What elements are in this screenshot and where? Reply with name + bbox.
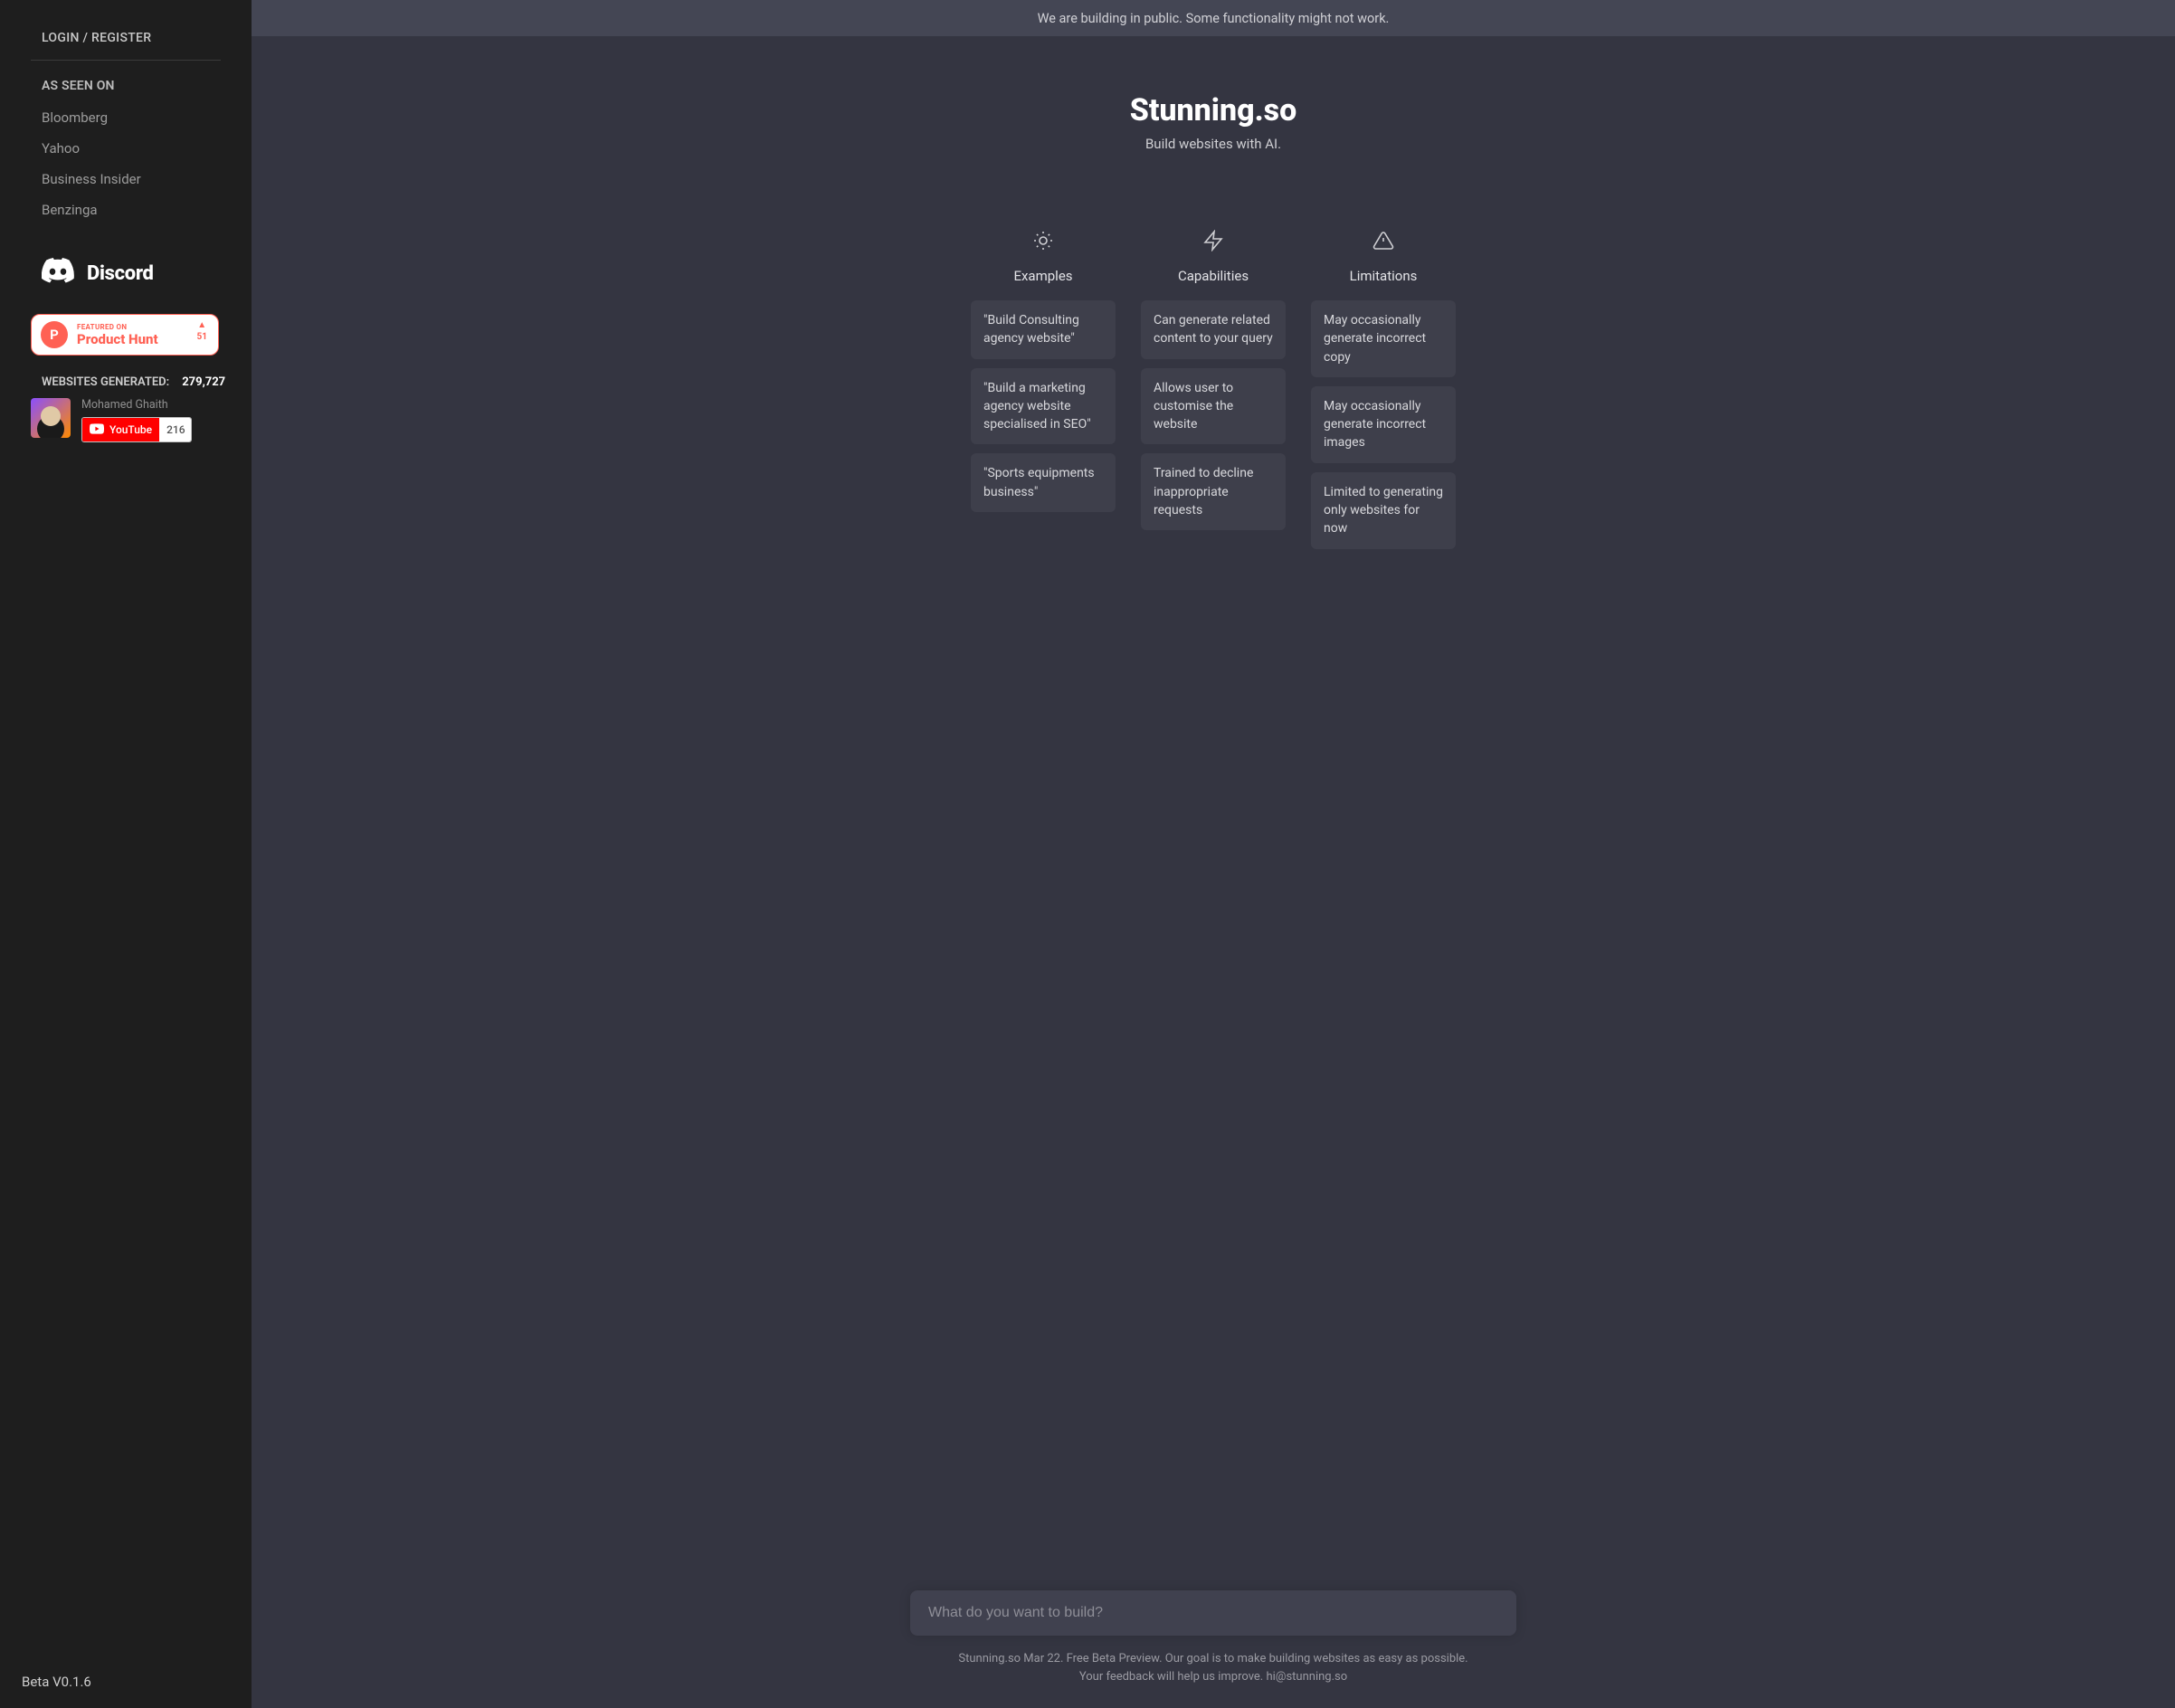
press-list: Bloomberg Yahoo Business Insider Benzing… (22, 102, 230, 225)
limitation-card: May occasionally generate incorrect copy (1311, 300, 1456, 377)
examples-column: Examples "Build Consulting agency websit… (971, 226, 1116, 549)
product-hunt-name: Product Hunt (77, 333, 158, 346)
page-title: Stunning.so (1130, 92, 1297, 128)
product-hunt-badge[interactable]: P FEATURED ON Product Hunt ▲ 51 (31, 314, 219, 356)
websites-generated-label: WEBSITES GENERATED: (42, 375, 169, 389)
sun-icon (1032, 226, 1054, 255)
capabilities-column: Capabilities Can generate related conten… (1141, 226, 1286, 549)
capabilities-heading: Capabilities (1178, 268, 1249, 284)
avatar[interactable] (31, 398, 71, 438)
youtube-icon (90, 423, 104, 437)
product-hunt-upvote-count: 51 (197, 332, 207, 342)
info-columns: Examples "Build Consulting agency websit… (971, 226, 1456, 549)
prompt-input-row (910, 1554, 1516, 1636)
capability-card: Allows user to customise the website (1141, 368, 1286, 445)
capability-card: Can generate related content to your que… (1141, 300, 1286, 359)
limitation-card: Limited to generating only websites for … (1311, 472, 1456, 549)
youtube-button[interactable]: YouTube 216 (81, 417, 192, 442)
youtube-count: 216 (159, 418, 192, 441)
product-hunt-logo-icon: P (41, 321, 68, 348)
sidebar-divider (31, 60, 221, 61)
upvote-triangle-icon: ▲ (197, 321, 206, 330)
examples-heading: Examples (1013, 268, 1072, 284)
page-subtitle: Build websites with AI. (1145, 136, 1281, 152)
websites-generated-count: 279,727 (182, 375, 225, 389)
websites-generated-stats: WEBSITES GENERATED: 279,727 (42, 375, 230, 389)
content: Stunning.so Build websites with AI. Exam… (252, 36, 2175, 1708)
capability-card: Trained to decline inappropriate request… (1141, 453, 1286, 530)
footer-text: Stunning.so Mar 22. Free Beta Preview. O… (910, 1650, 1516, 1686)
footer-line-2: Your feedback will help us improve. hi@s… (1079, 1670, 1347, 1684)
profile-name: Mohamed Ghaith (81, 398, 192, 412)
top-banner: We are building in public. Some function… (252, 0, 2175, 36)
press-link-business-insider[interactable]: Business Insider (42, 164, 210, 195)
product-hunt-featured-label: FEATURED ON (77, 324, 158, 331)
discord-link[interactable]: Discord (42, 258, 230, 289)
limitation-card: May occasionally generate incorrect imag… (1311, 386, 1456, 463)
prompt-input[interactable] (910, 1590, 1516, 1636)
press-link-yahoo[interactable]: Yahoo (42, 133, 210, 164)
discord-icon (42, 258, 74, 289)
press-link-benzinga[interactable]: Benzinga (42, 195, 210, 225)
discord-label: Discord (87, 262, 154, 285)
sidebar: LOGIN / REGISTER AS SEEN ON Bloomberg Ya… (0, 0, 252, 1708)
example-card[interactable]: "Sports equipments business" (971, 453, 1116, 512)
profile-row: Mohamed Ghaith YouTube 216 (31, 398, 230, 442)
press-link-bloomberg[interactable]: Bloomberg (42, 102, 210, 133)
example-card[interactable]: "Build a marketing agency website specia… (971, 368, 1116, 445)
login-register-link[interactable]: LOGIN / REGISTER (22, 22, 230, 60)
as-seen-on-label: AS SEEN ON (22, 79, 230, 102)
lightning-icon (1202, 226, 1224, 255)
product-hunt-upvote: ▲ 51 (197, 321, 207, 342)
limitations-column: Limitations May occasionally generate in… (1311, 226, 1456, 549)
example-card[interactable]: "Build Consulting agency website" (971, 300, 1116, 359)
warning-triangle-icon (1372, 226, 1394, 255)
youtube-label: YouTube (109, 423, 152, 436)
limitations-heading: Limitations (1350, 268, 1418, 284)
main: We are building in public. Some function… (252, 0, 2175, 1708)
version-label: Beta V0.1.6 (22, 1674, 91, 1690)
footer-line-1: Stunning.so Mar 22. Free Beta Preview. O… (958, 1652, 1467, 1665)
